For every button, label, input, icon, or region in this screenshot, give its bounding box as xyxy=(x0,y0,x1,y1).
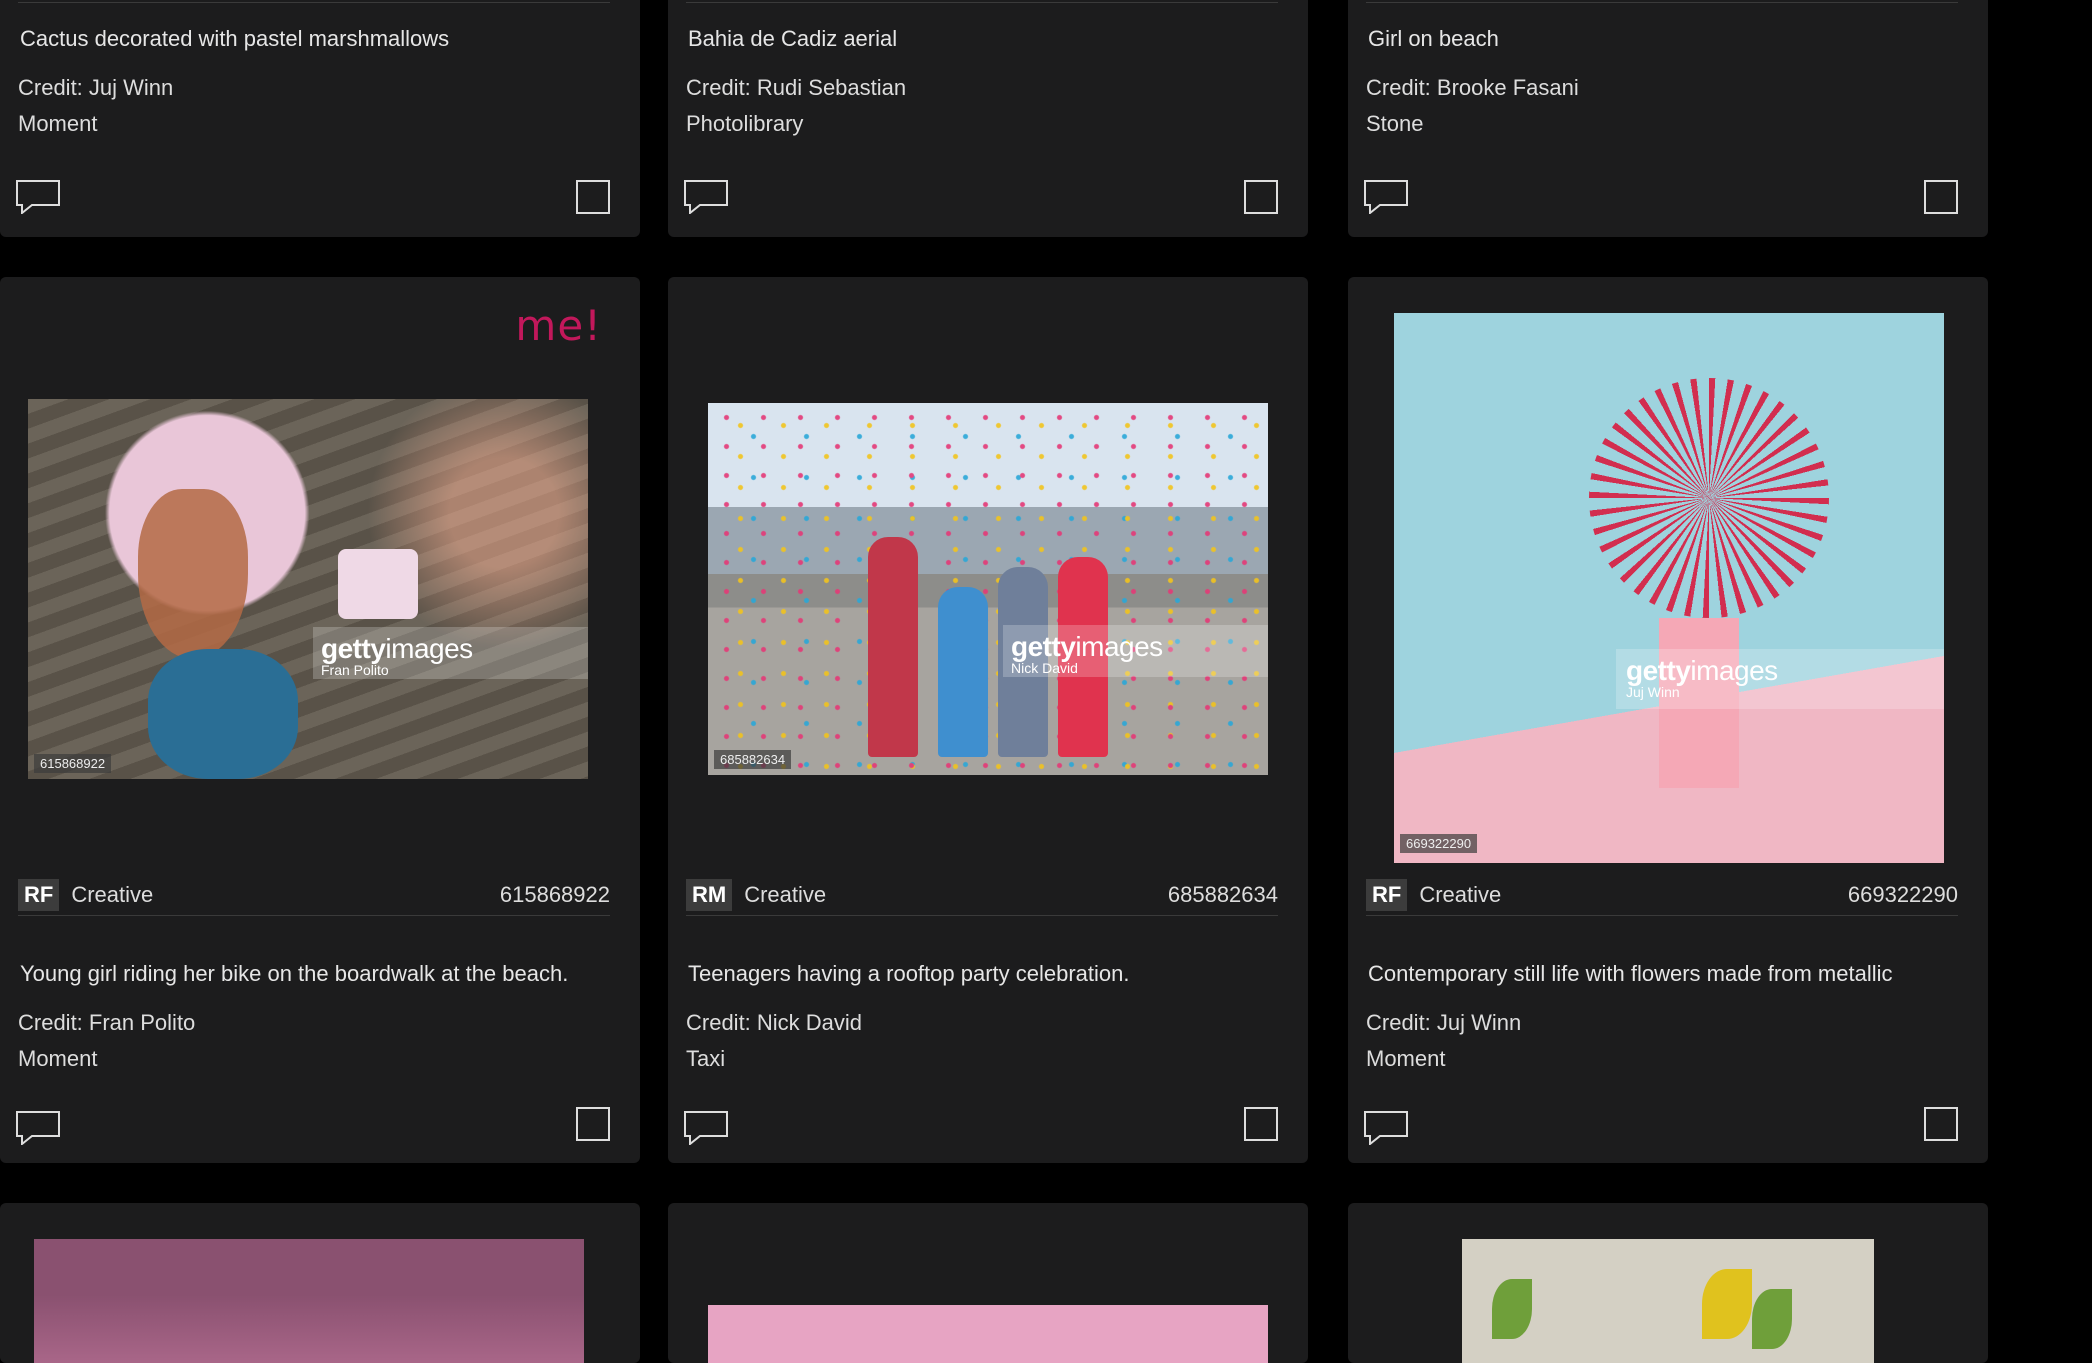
image-collection[interactable]: Stone xyxy=(1366,106,1424,142)
thumb-art xyxy=(1492,1279,1532,1339)
image-card xyxy=(668,1203,1308,1363)
image-credit[interactable]: Credit: Fran Polito xyxy=(18,1005,195,1041)
image-card: Girl on beach Credit: Brooke Fasani Ston… xyxy=(1348,0,1988,237)
license-badge: RF xyxy=(18,879,60,911)
content-type: Creative xyxy=(1419,882,1502,907)
image-collection[interactable]: Taxi xyxy=(686,1041,725,1077)
image-thumbnail[interactable] xyxy=(1462,1239,1874,1363)
thumb-art xyxy=(138,489,248,659)
image-caption[interactable]: Contemporary still life with flowers mad… xyxy=(1368,961,1968,987)
comment-icon[interactable] xyxy=(684,180,728,214)
comment-icon[interactable] xyxy=(1364,180,1408,214)
image-credit[interactable]: Credit: Brooke Fasani xyxy=(1366,70,1579,106)
image-id: 685882634 xyxy=(1167,882,1278,907)
image-thumbnail[interactable]: gettyimages Fran Polito 615868922 xyxy=(28,399,588,779)
card-meta-divider xyxy=(1366,0,1958,3)
image-caption[interactable]: Girl on beach xyxy=(1368,26,1968,52)
image-card: Bahia de Cadiz aerial Credit: Rudi Sebas… xyxy=(668,0,1308,237)
image-id: 615868922 xyxy=(499,882,610,907)
thumb-art xyxy=(148,649,298,779)
image-collection[interactable]: Moment xyxy=(18,106,97,142)
image-card: me! gettyimages Fran Polito 615868922 RF… xyxy=(0,277,640,1163)
select-checkbox[interactable] xyxy=(576,1107,610,1141)
image-card: gettyimages Nick David 685882634 RM Crea… xyxy=(668,277,1308,1163)
select-checkbox[interactable] xyxy=(1924,180,1958,214)
image-credit[interactable]: Credit: Juj Winn xyxy=(1366,1005,1521,1041)
image-card xyxy=(1348,1203,1988,1363)
comment-icon[interactable] xyxy=(684,1111,728,1145)
image-id-tag: 669322290 xyxy=(1400,834,1478,853)
card-meta-divider xyxy=(686,0,1278,3)
thumb-art xyxy=(938,587,988,757)
image-thumbnail[interactable] xyxy=(34,1239,584,1363)
watermark-credit: Juj Winn xyxy=(1626,684,1680,700)
image-collection[interactable]: Photolibrary xyxy=(686,106,803,142)
watermark: gettyimages Fran Polito xyxy=(313,627,588,679)
image-id-tag: 685882634 xyxy=(714,750,792,769)
card-meta-divider xyxy=(18,0,610,3)
watermark: gettyimages Nick David xyxy=(1003,625,1268,677)
comment-icon[interactable] xyxy=(16,180,60,214)
watermark-brand: gettyimages xyxy=(1626,655,1778,686)
watermark: gettyimages Juj Winn xyxy=(1616,649,1944,709)
thumb-art xyxy=(1702,1269,1752,1339)
image-caption[interactable]: Teenagers having a rooftop party celebra… xyxy=(688,961,1288,987)
image-caption[interactable]: Cactus decorated with pastel marshmallow… xyxy=(20,26,620,52)
image-credit[interactable]: Credit: Nick David xyxy=(686,1005,862,1041)
image-thumbnail[interactable]: gettyimages Nick David 685882634 xyxy=(708,403,1268,775)
license-badge: RF xyxy=(1366,879,1408,911)
card-meta: RF Creative 615868922 xyxy=(18,875,610,916)
image-collection[interactable]: Moment xyxy=(18,1041,97,1077)
image-card: gettyimages Juj Winn 669322290 RF Creati… xyxy=(1348,277,1988,1163)
image-caption[interactable]: Bahia de Cadiz aerial xyxy=(688,26,1288,52)
card-meta: RM Creative 685882634 xyxy=(686,875,1278,916)
image-card: Cactus decorated with pastel marshmallow… xyxy=(0,0,640,237)
select-checkbox[interactable] xyxy=(1244,1107,1278,1141)
content-type: Creative xyxy=(71,882,154,907)
comment-icon[interactable] xyxy=(1364,1111,1408,1145)
select-checkbox[interactable] xyxy=(1924,1107,1958,1141)
image-card xyxy=(0,1203,640,1363)
select-checkbox[interactable] xyxy=(576,180,610,214)
image-collection[interactable]: Moment xyxy=(1366,1041,1445,1077)
select-checkbox[interactable] xyxy=(1244,180,1278,214)
comment-icon[interactable] xyxy=(16,1111,60,1145)
image-credit[interactable]: Credit: Rudi Sebastian xyxy=(686,70,906,106)
thumb-art xyxy=(868,537,918,757)
thumb-art xyxy=(708,403,1268,775)
image-thumbnail[interactable]: gettyimages Juj Winn 669322290 xyxy=(1394,313,1944,863)
image-id-tag: 615868922 xyxy=(34,754,112,773)
image-caption[interactable]: Young girl riding her bike on the boardw… xyxy=(20,961,620,987)
license-badge: RM xyxy=(686,879,733,911)
card-meta: RF Creative 669322290 xyxy=(1366,875,1958,916)
thumb-art xyxy=(1589,378,1829,618)
image-id: 669322290 xyxy=(1847,882,1958,907)
watermark-brand: gettyimages xyxy=(321,633,473,664)
thumb-art xyxy=(338,549,418,619)
promo-label: me! xyxy=(515,301,602,350)
image-credit[interactable]: Credit: Juj Winn xyxy=(18,70,173,106)
watermark-brand: gettyimages xyxy=(1011,631,1163,662)
thumb-art xyxy=(1752,1289,1792,1349)
image-thumbnail[interactable] xyxy=(708,1305,1268,1363)
content-type: Creative xyxy=(744,882,827,907)
